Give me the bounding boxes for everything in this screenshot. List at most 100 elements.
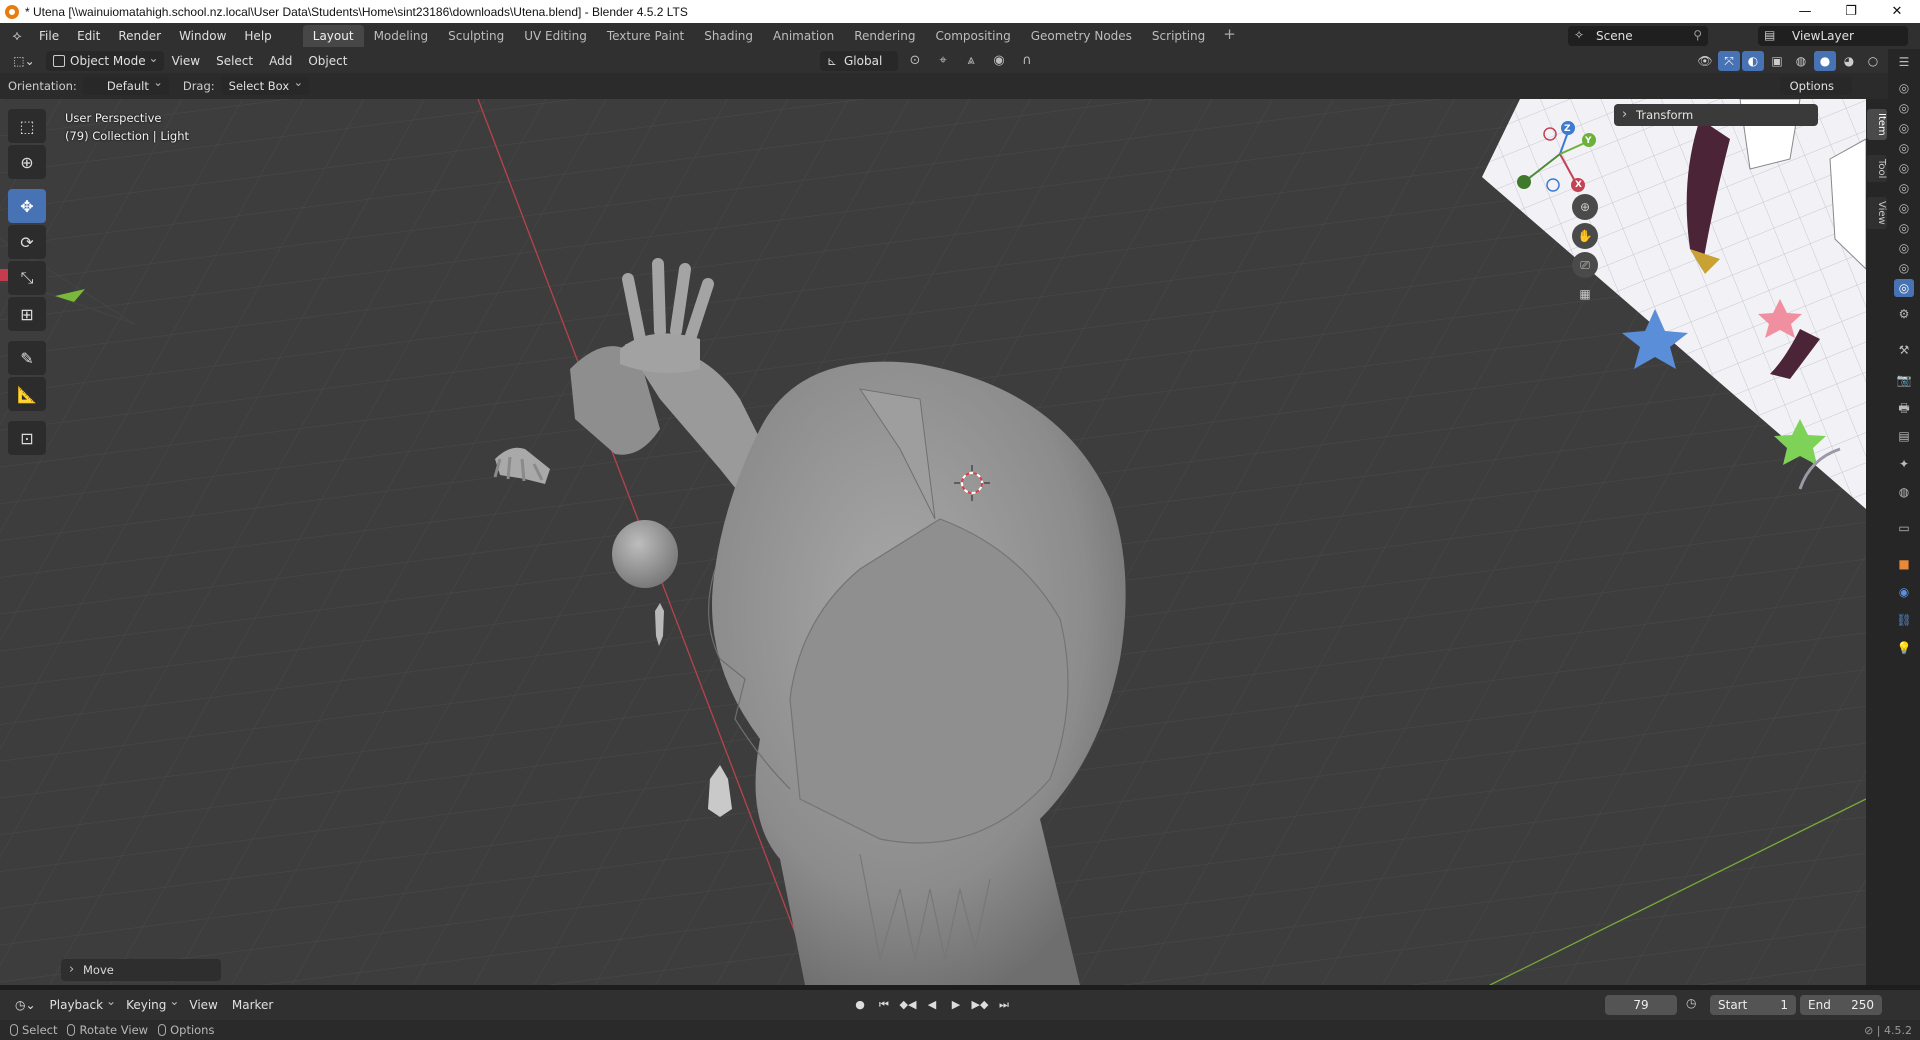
tab-scripting[interactable]: Scripting [1142,25,1215,47]
menu-window[interactable]: Window [170,25,235,47]
object-mode-dropdown[interactable]: Object Mode [46,48,164,71]
last-operator-panel[interactable]: Move [61,959,221,981]
gizmo-toggle-icon[interactable]: ⤧ [1718,51,1740,71]
constraints-properties-icon[interactable]: ⛓ [1894,611,1914,629]
falloff-icon[interactable]: ∩ [1016,51,1038,71]
proportional-edit-icon[interactable]: ◉ [988,51,1010,71]
object-properties-icon[interactable]: ■ [1894,555,1914,573]
menu-help[interactable]: Help [235,25,280,47]
snap-target-icon[interactable]: ⩓ [960,51,982,71]
menu-render[interactable]: Render [109,25,170,47]
add-workspace-button[interactable]: + [1215,25,1244,47]
camera-icon[interactable]: ◎ [1894,159,1914,177]
gizmo-y-label[interactable]: Y [1585,136,1592,146]
pin-icon[interactable]: ⚲ [1693,28,1702,42]
zoom-icon[interactable]: ⊕ [1572,194,1598,220]
minimize-button[interactable]: — [1782,0,1828,23]
tab-shading[interactable]: Shading [694,25,763,47]
sidebar-tab-view[interactable]: View [1867,197,1887,229]
play-reverse-icon[interactable]: ◀ [922,995,942,1015]
menu-select[interactable]: Select [208,51,261,71]
menu-object[interactable]: Object [300,51,355,71]
preview-range-icon[interactable]: ◷ [1686,996,1696,1010]
perspective-toggle-icon[interactable]: ▦ [1572,281,1598,307]
menu-timeline-view[interactable]: View [182,998,224,1012]
menu-marker[interactable]: Marker [225,998,280,1012]
current-frame-field[interactable]: 79 [1605,995,1677,1015]
world-properties-icon[interactable]: ◍ [1894,483,1914,501]
camera-view-icon[interactable]: ⎚ [1572,252,1598,278]
end-frame-field[interactable]: End 250 [1800,995,1882,1015]
record-icon[interactable]: ● [850,995,870,1015]
drag-dropdown[interactable]: Select Box [220,73,310,95]
snap-icon[interactable]: ⌖ [932,51,954,71]
camera-icon[interactable]: ◎ [1894,139,1914,157]
outliner-icon[interactable]: ☰ [1894,53,1914,71]
close-button[interactable]: ✕ [1874,0,1920,23]
scale-tool-icon[interactable]: ⤡ [8,261,46,295]
jump-start-icon[interactable]: ⏮ [874,995,894,1015]
rendered-shading-icon[interactable]: ○ [1862,51,1884,71]
tab-sculpting[interactable]: Sculpting [438,25,514,47]
camera-icon[interactable]: ◎ [1894,279,1914,297]
restore-button[interactable]: ❐ [1828,0,1874,23]
output-properties-icon[interactable]: 🖶 [1894,399,1914,417]
collection-properties-icon[interactable]: ▭ [1894,519,1914,537]
solid-shading-icon[interactable]: ● [1814,51,1836,71]
options-dropdown[interactable]: Options [1779,77,1852,95]
pivot-icon[interactable]: ⊙ [904,51,926,71]
orientation-dropdown[interactable]: Default [82,73,169,95]
jump-end-icon[interactable]: ⏭ [994,995,1014,1015]
scene-properties-icon[interactable]: ✦ [1894,455,1914,473]
menu-edit[interactable]: Edit [68,25,109,47]
camera-icon[interactable]: ◎ [1894,99,1914,117]
measure-tool-icon[interactable]: 📐 [8,377,46,411]
physics-properties-icon[interactable]: ◉ [1894,583,1914,601]
tab-uv-editing[interactable]: UV Editing [514,25,597,47]
render-properties-icon[interactable]: 📷 [1894,371,1914,389]
menu-add[interactable]: Add [261,51,300,71]
camera-icon[interactable]: ◎ [1894,239,1914,257]
play-icon[interactable]: ▶ [946,995,966,1015]
gizmo-x-label[interactable]: X [1575,180,1582,190]
tab-layout[interactable]: Layout [302,25,364,47]
pan-hand-icon[interactable]: ✋ [1572,223,1598,249]
camera-icon[interactable]: ◎ [1894,259,1914,277]
material-shading-icon[interactable]: ◕ [1838,51,1860,71]
next-keyframe-icon[interactable]: ▶◆ [970,995,990,1015]
camera-icon[interactable]: ◎ [1894,199,1914,217]
camera-icon[interactable]: ◎ [1894,119,1914,137]
properties-editor-icon[interactable]: ⚙ [1894,305,1914,323]
tab-texture-paint[interactable]: Texture Paint [597,25,694,47]
light-data-properties-icon[interactable]: 💡 [1894,639,1914,657]
view-layer-properties-icon[interactable]: ▤ [1894,427,1914,445]
editor-type-icon[interactable]: ⬚⌄ [8,51,40,71]
view-layer-selector[interactable]: ▤ ViewLayer [1758,26,1908,46]
wireframe-shading-icon[interactable]: ◍ [1790,51,1812,71]
camera-icon[interactable]: ◎ [1894,79,1914,97]
tab-geometry-nodes[interactable]: Geometry Nodes [1021,25,1142,47]
transform-orientation-dropdown[interactable]: Global [820,51,898,71]
move-tool-icon[interactable]: ✥ [8,189,46,223]
sidebar-tab-item[interactable]: Item [1867,109,1887,140]
camera-icon[interactable]: ◎ [1894,219,1914,237]
tab-modeling[interactable]: Modeling [364,25,439,47]
start-frame-field[interactable]: Start 1 [1710,995,1796,1015]
tab-rendering[interactable]: Rendering [844,25,925,47]
blender-menu-icon[interactable]: ⟡ [4,23,30,49]
add-cube-tool-icon[interactable]: ⊡ [8,421,46,455]
visibility-icon[interactable]: 👁 [1694,51,1716,71]
sidebar-tab-tool[interactable]: Tool [1867,155,1887,183]
rotate-tool-icon[interactable]: ⟳ [8,225,46,259]
gizmo-z-label[interactable]: Z [1564,124,1571,134]
menu-view[interactable]: View [164,51,208,71]
3d-viewport[interactable]: Z Y X ⊕ ✋ ⎚ ▦ User Perspective (79) Coll… [0,99,1866,985]
annotate-tool-icon[interactable]: ✎ [8,341,46,375]
prev-keyframe-icon[interactable]: ◆◀ [898,995,918,1015]
menu-file[interactable]: File [30,25,68,47]
transform-tool-icon[interactable]: ⊞ [8,297,46,331]
menu-playback[interactable]: Playback [43,994,120,1012]
tab-compositing[interactable]: Compositing [925,25,1020,47]
scene-selector[interactable]: ✧ Scene ⚲ [1568,26,1708,46]
overlay-toggle-icon[interactable]: ◐ [1742,51,1764,71]
